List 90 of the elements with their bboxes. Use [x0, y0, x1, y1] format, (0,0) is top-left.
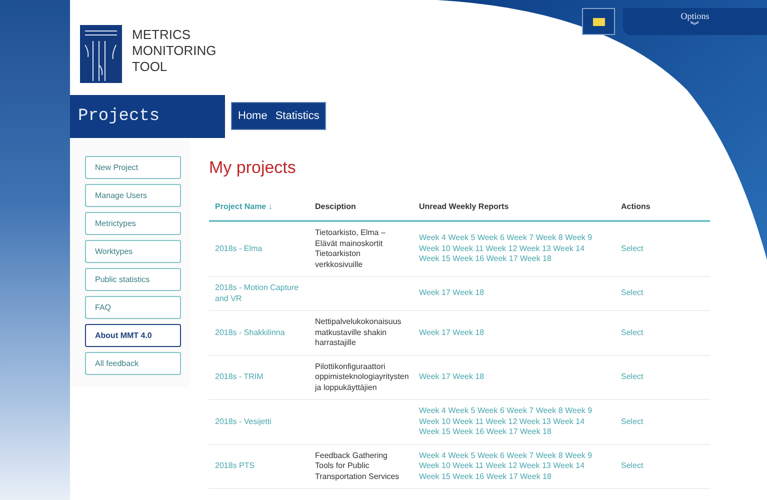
- week-link[interactable]: Week 8: [536, 233, 563, 242]
- select-link[interactable]: Select: [621, 372, 644, 381]
- select-link[interactable]: Select: [621, 416, 644, 426]
- week-link[interactable]: Week 12: [486, 461, 518, 470]
- sidebar-item[interactable]: All feedback: [85, 352, 181, 375]
- week-link[interactable]: Week 17: [486, 427, 518, 436]
- week-link[interactable]: Week 6: [477, 233, 504, 242]
- sidebar-item[interactable]: About MMT 4.0: [85, 324, 181, 347]
- week-link[interactable]: Week 9: [565, 233, 592, 242]
- week-link[interactable]: Week 17: [419, 328, 450, 336]
- week-link[interactable]: Week 7: [506, 406, 534, 415]
- column-header: Unread Weekly Reports: [419, 202, 509, 211]
- select-link[interactable]: Select: [621, 328, 644, 336]
- options-button[interactable]: Options ︾: [623, 8, 767, 35]
- week-link[interactable]: Week 18: [520, 427, 552, 436]
- week-link[interactable]: Week 15: [419, 254, 450, 264]
- week-link[interactable]: Week 8: [536, 450, 563, 460]
- week-link[interactable]: Week 5: [448, 450, 476, 460]
- week-link[interactable]: Week 16: [452, 254, 484, 264]
- week-link[interactable]: Week 17: [419, 288, 450, 298]
- sidebar-item[interactable]: Manage Users: [85, 184, 181, 207]
- column-header[interactable]: Project Name ↓: [215, 202, 272, 211]
- week-link[interactable]: Week 13: [519, 244, 551, 253]
- table-cell-text: Tietoarkisto, Elma – Elävät mainoskortit Tietoarkiston verkkosivuille: [315, 228, 386, 270]
- week-link[interactable]: Week 16: [452, 427, 484, 436]
- page-title: Projects: [70, 95, 225, 138]
- week-link[interactable]: Week 15: [419, 472, 450, 480]
- week-link[interactable]: Week 10: [419, 461, 450, 470]
- week-link[interactable]: Week 7: [506, 450, 534, 460]
- week-link[interactable]: Week 10: [419, 416, 450, 426]
- nav-link[interactable]: Home: [238, 110, 268, 122]
- week-link[interactable]: Week 4: [419, 233, 446, 242]
- week-link[interactable]: Week 11: [452, 416, 484, 426]
- week-link[interactable]: Week 12: [486, 244, 518, 253]
- column-header: Actions: [621, 202, 650, 211]
- week-link[interactable]: Week 10: [419, 244, 450, 253]
- logo-text: TOOL: [132, 59, 168, 75]
- chevron-icon: ︾: [690, 21, 700, 31]
- week-link[interactable]: Week 11: [452, 244, 484, 253]
- week-link[interactable]: Week 13: [519, 461, 551, 470]
- week-link[interactable]: Week 8: [536, 406, 563, 415]
- week-link[interactable]: Week 4: [419, 450, 446, 460]
- project-link[interactable]: 2018s - Elma: [215, 244, 303, 254]
- week-link[interactable]: Week 5: [448, 233, 476, 242]
- week-link[interactable]: Week 14: [553, 461, 585, 470]
- week-link[interactable]: Week 17: [486, 254, 518, 264]
- project-link[interactable]: 2018s - TRIM: [215, 372, 303, 382]
- project-link[interactable]: 2018s PTS: [215, 461, 303, 472]
- week-link[interactable]: Week 17: [486, 472, 518, 480]
- sidebar-item[interactable]: FAQ: [85, 296, 181, 319]
- week-link[interactable]: Week 18: [452, 288, 484, 298]
- mail-button[interactable]: [582, 8, 615, 35]
- table-cell-text: Feedback Gathering Tools for Public Transportation Services: [315, 450, 400, 482]
- project-link[interactable]: 2018s - Motion Capture and VR: [215, 283, 303, 304]
- week-link[interactable]: Week 14: [553, 244, 585, 253]
- table-cell-text: Nettipalvelukokonaisuus matkustaville shakin harrastajille: [315, 317, 402, 348]
- week-link[interactable]: Week 16: [452, 472, 484, 480]
- week-link[interactable]: Week 18: [520, 472, 552, 480]
- week-link[interactable]: Week 12: [486, 416, 518, 426]
- nav-link[interactable]: Statistics: [275, 110, 320, 122]
- week-link[interactable]: Week 18: [520, 254, 552, 264]
- select-link[interactable]: Select: [621, 461, 644, 470]
- week-link[interactable]: Week 6: [477, 406, 504, 415]
- column-header: Desciption: [315, 202, 356, 211]
- sidebar-item[interactable]: Worktypes: [85, 240, 181, 263]
- sidebar-item[interactable]: Public statistics: [85, 268, 181, 291]
- week-link[interactable]: Week 5: [448, 406, 476, 415]
- week-link[interactable]: Week 17: [419, 372, 450, 381]
- project-link[interactable]: 2018s - Vesijetti: [215, 416, 303, 427]
- select-link[interactable]: Select: [621, 244, 644, 253]
- logo-text: METRICS: [132, 27, 192, 43]
- week-link[interactable]: Week 18: [452, 372, 484, 381]
- logo-text: MONITORING: [132, 43, 216, 59]
- logo-icon: [80, 25, 122, 83]
- select-link[interactable]: Select: [621, 288, 644, 298]
- week-link[interactable]: Week 11: [452, 461, 484, 470]
- section-heading: My projects: [209, 158, 297, 178]
- week-link[interactable]: Week 7: [506, 233, 534, 242]
- table-cell: Pilottikonfiguraattori oppimisteknologiayritysten ja loppukäyttäjien: [315, 362, 407, 393]
- week-link[interactable]: Week 13: [519, 416, 551, 426]
- sidebar-item[interactable]: New Project: [85, 156, 181, 179]
- sidebar-item[interactable]: Metrictypes: [85, 212, 181, 235]
- week-link[interactable]: Week 9: [565, 450, 592, 460]
- project-link[interactable]: 2018s - Shakkilinna: [215, 328, 303, 338]
- week-link[interactable]: Week 9: [565, 406, 592, 415]
- week-link[interactable]: Week 15: [419, 427, 450, 436]
- week-link[interactable]: Week 6: [477, 450, 504, 460]
- week-link[interactable]: Week 4: [419, 406, 446, 415]
- week-link[interactable]: Week 18: [452, 328, 484, 336]
- week-link[interactable]: Week 14: [553, 416, 585, 426]
